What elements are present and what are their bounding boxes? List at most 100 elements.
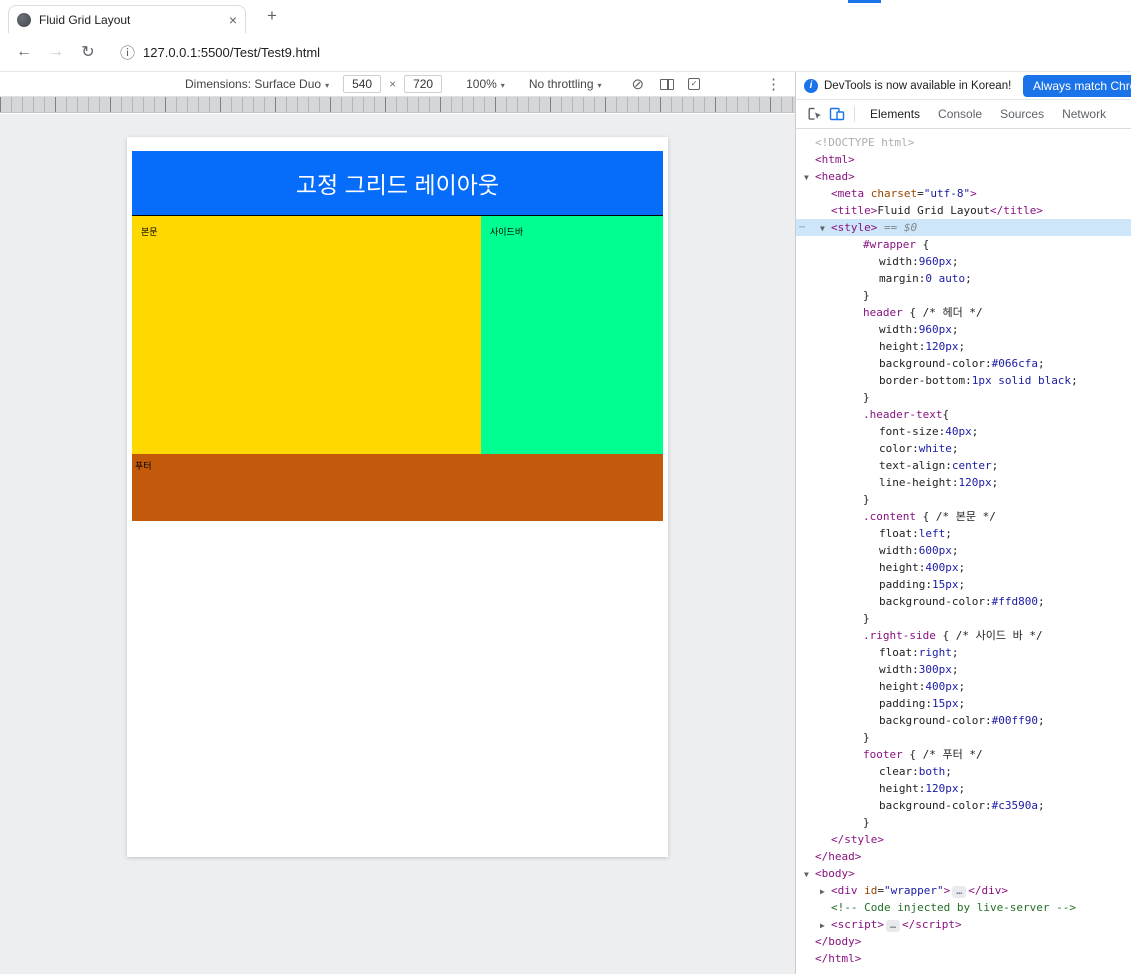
tab-network[interactable]: Network (1053, 100, 1115, 129)
dom-tree-row[interactable]: } (796, 287, 1131, 304)
page-header: 고정 그리드 레이아웃 (132, 151, 663, 216)
dom-tree-row[interactable]: background-color:#066cfa; (796, 355, 1131, 372)
reload-icon[interactable]: ↻ (72, 42, 104, 62)
code-token: color (879, 442, 913, 455)
dom-tree-row[interactable]: } (796, 610, 1131, 627)
dom-tree-row[interactable]: background-color:#00ff90; (796, 712, 1131, 729)
dom-tree-row[interactable]: font-size:40px; (796, 423, 1131, 440)
page-footer: 푸터 (132, 454, 663, 521)
device-toolbar-icon[interactable] (826, 104, 848, 124)
dom-tree-row[interactable]: clear:both; (796, 763, 1131, 780)
code-token: <head> (815, 170, 855, 183)
address-bar[interactable]: 127.0.0.1:5500/Test/Test9.html (143, 45, 320, 60)
dimensions-label: Dimensions: Surface Duo (185, 77, 322, 91)
dom-tree-row[interactable]: header { /* 헤더 */ (796, 304, 1131, 321)
row-actions-icon[interactable]: ⋯ (799, 219, 805, 236)
zoom-select[interactable]: 100% ▾ (466, 77, 505, 91)
expand-arrow-down-icon[interactable]: ▼ (804, 866, 815, 883)
dom-tree-row[interactable]: float:right; (796, 644, 1131, 661)
more-options-icon[interactable]: ⋮ (766, 75, 781, 93)
dom-tree-row[interactable]: width:960px; (796, 253, 1131, 270)
checkbox-icon[interactable]: ✓ (688, 78, 701, 90)
expand-arrow-down-icon[interactable]: ▼ (804, 169, 815, 186)
navigation-bar: ← → ↻ ⓘ 127.0.0.1:5500/Test/Test9.html (0, 33, 1131, 72)
dom-tree-row[interactable]: padding:15px; (796, 576, 1131, 593)
dom-tree-row[interactable]: <!-- Code injected by live-server --> (796, 899, 1131, 916)
browser-tab[interactable]: Fluid Grid Layout × (8, 5, 246, 33)
code-token: </script> (902, 918, 962, 931)
dom-tree-row[interactable]: width:960px; (796, 321, 1131, 338)
dom-tree-row[interactable]: line-height:120px; (796, 474, 1131, 491)
dom-tree-row[interactable]: </body> (796, 933, 1131, 950)
code-token: : (912, 544, 919, 557)
dom-tree-row[interactable]: height:120px; (796, 338, 1131, 355)
inspect-element-icon[interactable] (804, 104, 826, 124)
dimensions-select[interactable]: Dimensions: Surface Duo ▾ (185, 77, 329, 91)
tab-close-icon[interactable]: × (229, 12, 237, 28)
dom-tree-row[interactable]: </style> (796, 831, 1131, 848)
code-token: </div> (968, 884, 1009, 897)
dom-tree-row[interactable]: height:400px; (796, 678, 1131, 695)
dom-tree-row[interactable]: } (796, 729, 1131, 746)
dom-tree-row[interactable]: .right-side { /* 사이드 바 */ (796, 627, 1131, 644)
code-token: ; (958, 697, 966, 710)
columns-icon[interactable] (660, 78, 675, 90)
dom-tree-row[interactable]: <meta charset="utf-8"> (796, 185, 1131, 202)
dom-tree-row[interactable]: .content { /* 본문 */ (796, 508, 1131, 525)
dom-tree-row[interactable]: height:400px; (796, 559, 1131, 576)
dom-tree-row[interactable]: </head> (796, 848, 1131, 865)
expand-arrow-right-icon[interactable]: ▶ (820, 883, 831, 900)
code-token: <style> (831, 221, 878, 234)
dom-tree-row[interactable]: border-bottom:1px solid black; (796, 372, 1131, 389)
dom-tree-row[interactable]: } (796, 389, 1131, 406)
block-icon[interactable]: ⊘ (632, 75, 645, 93)
dom-tree-row[interactable]: <!DOCTYPE html> (796, 134, 1131, 151)
dom-tree-row[interactable]: <html> (796, 151, 1131, 168)
dom-tree-row[interactable]: #wrapper { (796, 236, 1131, 253)
dom-tree-row[interactable]: background-color:#ffd800; (796, 593, 1131, 610)
expand-arrow-down-icon[interactable]: ▼ (820, 220, 831, 237)
code-token: 400px (925, 561, 959, 574)
new-tab-button[interactable]: + (260, 4, 284, 28)
dom-tree-row[interactable]: background-color:#c3590a; (796, 797, 1131, 814)
dom-tree-row[interactable]: ▶ <div id="wrapper">… </div> (796, 882, 1131, 899)
match-language-button[interactable]: Always match Chro (1023, 75, 1131, 97)
dom-tree-row[interactable]: padding:15px; (796, 695, 1131, 712)
dom-tree-row[interactable]: margin:0 auto; (796, 270, 1131, 287)
tab-sources[interactable]: Sources (991, 100, 1053, 129)
dom-tree-row[interactable]: } (796, 491, 1131, 508)
code-token: } (863, 731, 870, 744)
dom-tree-row[interactable]: ▼ <head> (796, 168, 1131, 185)
dom-tree-row[interactable]: width:300px; (796, 661, 1131, 678)
dom-tree-row[interactable]: ▼ <body> (796, 865, 1131, 882)
code-token: Fluid Grid Layout (877, 204, 990, 217)
viewport-height-input[interactable] (404, 75, 443, 93)
dom-tree-row[interactable]: text-align:center; (796, 457, 1131, 474)
code-token: width (879, 255, 913, 268)
code-token: right (918, 646, 952, 659)
dom-tree-row[interactable]: } (796, 814, 1131, 831)
dom-tree-row[interactable]: width:600px; (796, 542, 1131, 559)
tab-console[interactable]: Console (929, 100, 991, 129)
dom-tree-row[interactable]: height:120px; (796, 780, 1131, 797)
dom-tree-row[interactable]: </html> (796, 950, 1131, 967)
dom-tree-row[interactable]: float:left; (796, 525, 1131, 542)
code-token: 120px (925, 782, 959, 795)
forward-icon[interactable]: → (40, 43, 72, 61)
dom-tree-row[interactable]: footer { /* 푸터 */ (796, 746, 1131, 763)
viewport-width-input[interactable] (343, 75, 382, 93)
back-icon[interactable]: ← (8, 43, 40, 61)
dom-tree-row[interactable]: ⋯ ▼ <style> == $0 (796, 219, 1131, 236)
code-token: <!-- Code injected by live-server --> (831, 901, 1077, 914)
dom-tree-row[interactable]: .header-text{ (796, 406, 1131, 423)
tab-elements[interactable]: Elements (861, 100, 929, 129)
throttling-select[interactable]: No throttling ▾ (529, 77, 602, 91)
dom-tree-row[interactable]: ▶ <script>… </script> (796, 916, 1131, 933)
tab-strip: Fluid Grid Layout × + (0, 0, 1131, 33)
dom-tree-row[interactable]: <title>Fluid Grid Layout</title> (796, 202, 1131, 219)
site-info-icon[interactable]: ⓘ (120, 42, 135, 63)
toolbar-separator (854, 106, 855, 122)
expand-arrow-right-icon[interactable]: ▶ (820, 917, 831, 934)
code-token: padding (879, 578, 926, 591)
dom-tree-row[interactable]: color:white; (796, 440, 1131, 457)
